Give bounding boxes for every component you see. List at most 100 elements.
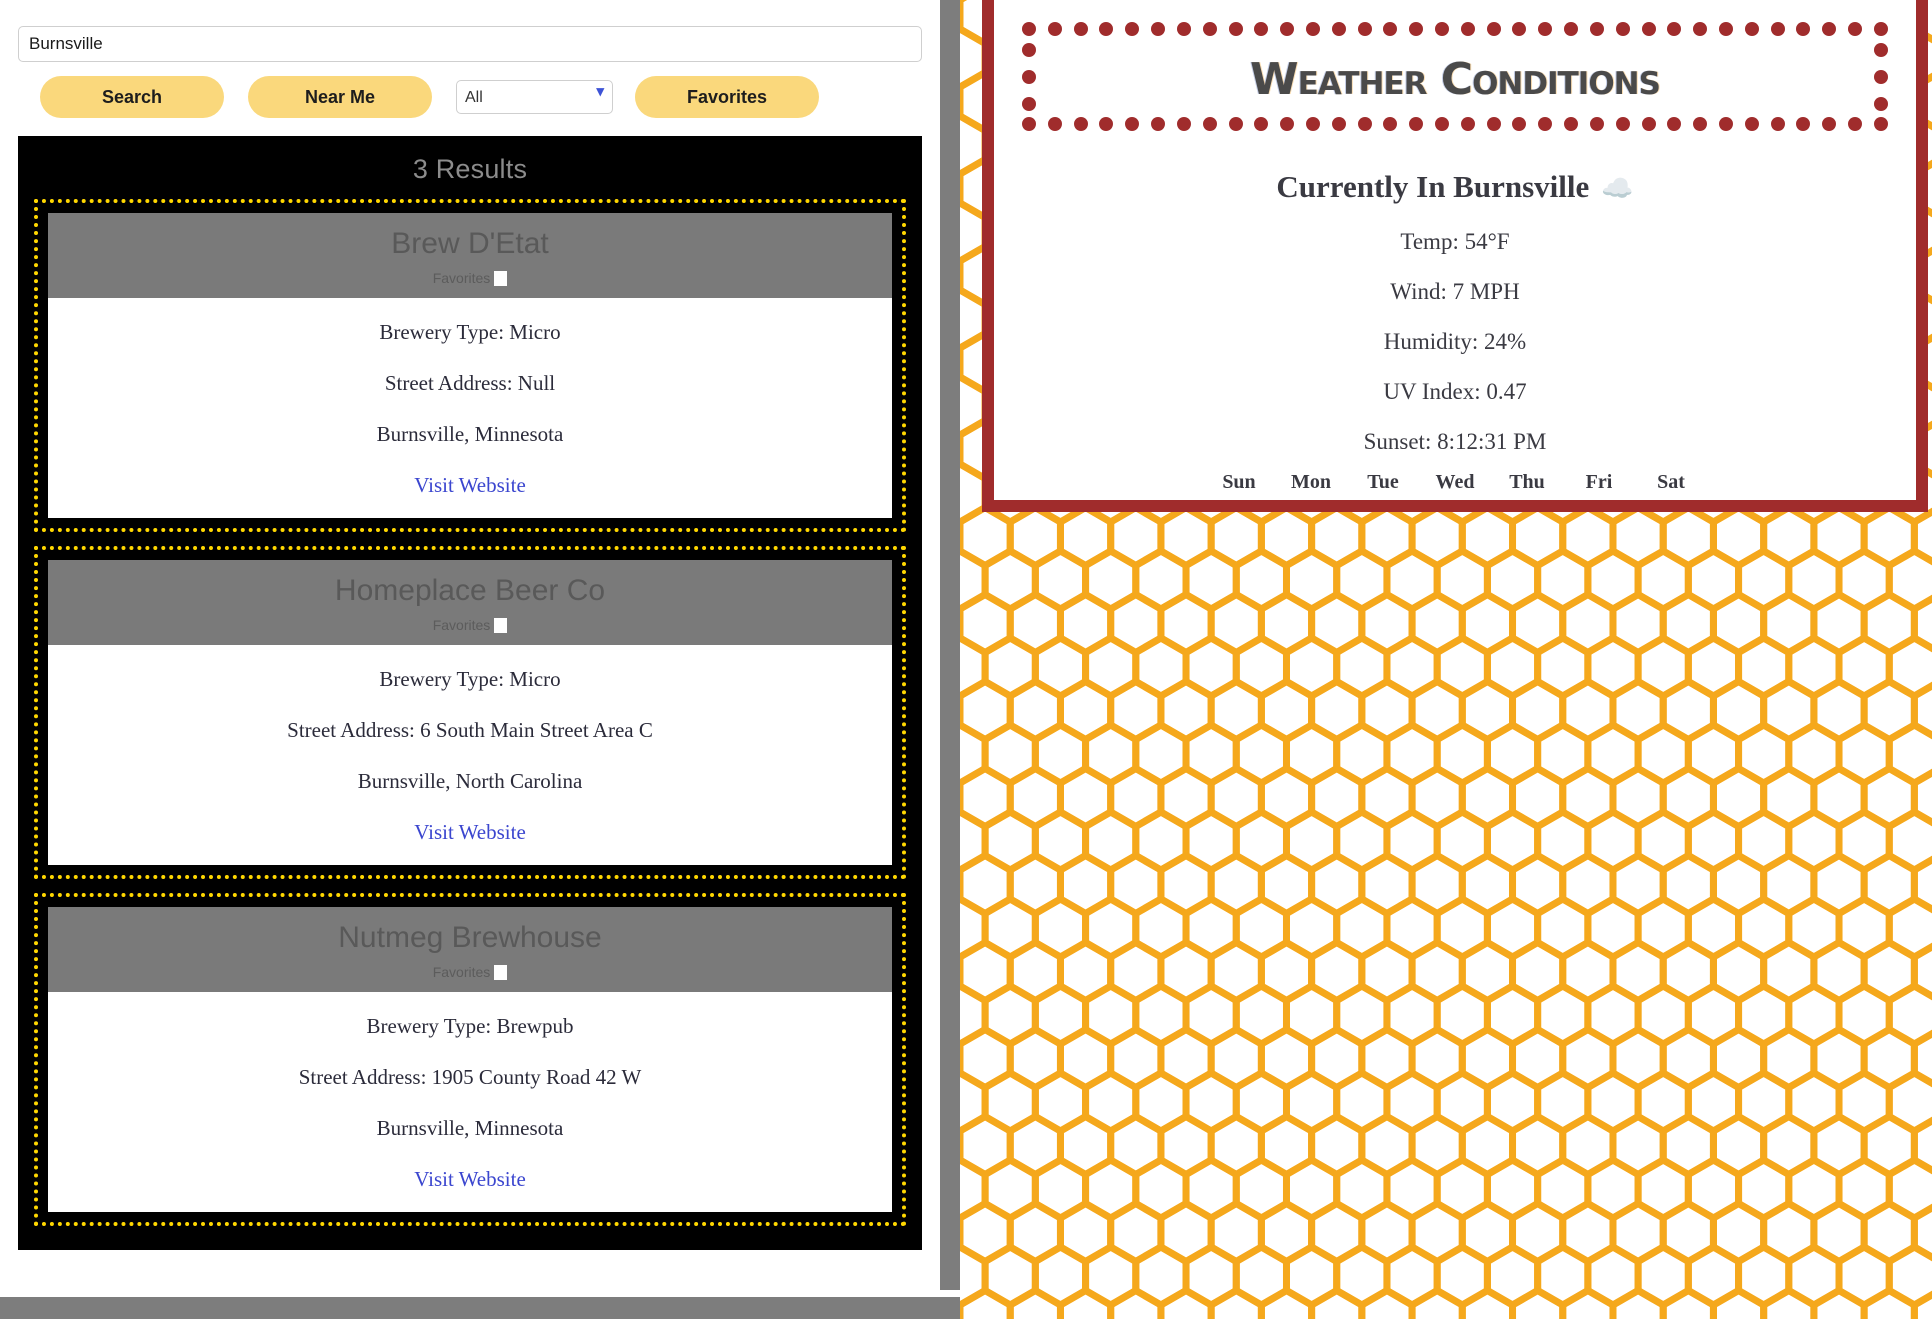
favorites-label: Favorites xyxy=(432,270,491,286)
decorative-dot xyxy=(1228,22,1243,36)
forecast-day-name: Sat xyxy=(1657,471,1685,493)
weather-panel: Weather Conditions Currently In Burnsvil… xyxy=(982,0,1928,512)
forecast-day-name: Mon xyxy=(1291,471,1331,493)
forecast-day-name: Tue xyxy=(1367,471,1399,493)
favorites-checkbox[interactable] xyxy=(494,617,508,633)
visit-website-link[interactable]: Visit Website xyxy=(414,473,526,497)
brewery-city-state: Burnsville, Minnesota xyxy=(376,422,564,446)
decorative-dot xyxy=(1409,22,1424,36)
brewery-card-header: Homeplace Beer Co Favorites xyxy=(48,560,892,645)
forecast-day: Sun 🌦️ 57° 38° xyxy=(1210,471,1268,500)
brewery-street-address: Street Address: 6 South Main Street Area… xyxy=(287,718,653,742)
decorative-dot xyxy=(1435,22,1449,36)
results-container: 3 Results Brew D'Etat Favorites Brewery … xyxy=(18,136,922,1250)
brewery-type-select-wrapper: All ▾ xyxy=(456,80,613,114)
brewery-type-select[interactable]: All xyxy=(456,80,613,114)
cloud-with-snow-icon: 🌨️ xyxy=(1642,494,1700,500)
decorative-dot xyxy=(1822,22,1837,36)
search-controls: Search Near Me All ▾ Favorites xyxy=(0,0,940,118)
brewery-search-content: Search Near Me All ▾ Favorites 3 Results xyxy=(0,0,940,1300)
forecast-day: Wed 🌦️ 53° 33° xyxy=(1426,471,1484,500)
current-location-label: Currently In Burnsville xyxy=(1276,169,1590,204)
cloud-with-snow-icon: 🌨️ xyxy=(1570,494,1628,500)
decorative-dot xyxy=(1770,22,1785,36)
visit-website-link[interactable]: Visit Website xyxy=(414,1167,526,1191)
forecast-day-name: Fri xyxy=(1585,471,1613,493)
brewery-name: Homeplace Beer Co xyxy=(334,574,606,607)
favorites-toggle-row[interactable]: Favorites xyxy=(48,964,892,980)
decorative-dot xyxy=(1615,22,1630,36)
favorites-button[interactable]: Favorites xyxy=(635,76,819,118)
brewery-name: Nutmeg Brewhouse xyxy=(338,921,602,954)
decorative-dot xyxy=(1022,96,1036,111)
decorative-dot xyxy=(1305,22,1320,36)
weekly-forecast-row: Sun 🌦️ 57° 38° Mon 🌦️ 55° 38° Tue 🌦️ 47°… xyxy=(994,471,1916,500)
left-panel-vertical-scrollbar[interactable] xyxy=(940,0,960,1290)
decorative-dot xyxy=(1073,117,1088,131)
decorative-dot xyxy=(1770,117,1785,131)
decorative-dot xyxy=(1254,22,1269,36)
favorites-toggle-row[interactable]: Favorites xyxy=(48,617,892,633)
dot-border-bottom xyxy=(1022,117,1888,131)
app-root: Search Near Me All ▾ Favorites 3 Results xyxy=(0,0,1932,1319)
decorative-dot xyxy=(1667,117,1682,131)
temperature-stat: Temp: 54°F xyxy=(1400,229,1510,254)
decorative-dot xyxy=(1357,117,1372,131)
weather-panel-horizontal-scrollbar[interactable] xyxy=(994,506,1916,512)
near-me-button[interactable]: Near Me xyxy=(248,76,432,118)
decorative-dot xyxy=(1564,117,1579,131)
forecast-day: Tue 🌦️ 47° 40° xyxy=(1354,471,1412,500)
sun-behind-rain-cloud-icon: 🌦️ xyxy=(1426,494,1484,500)
dot-border-left xyxy=(1022,36,1036,117)
left-panel-horizontal-scrollbar[interactable] xyxy=(0,1297,960,1319)
decorative-dot xyxy=(1202,22,1217,36)
decorative-dot xyxy=(1486,22,1501,36)
search-input[interactable] xyxy=(18,26,922,62)
decorative-dot xyxy=(1331,22,1346,36)
favorites-toggle-row[interactable]: Favorites xyxy=(48,270,892,286)
brewery-city-state: Burnsville, Minnesota xyxy=(376,1116,564,1140)
decorative-dot xyxy=(1486,117,1501,131)
forecast-day-name: Wed xyxy=(1435,471,1475,493)
decorative-dot xyxy=(1512,22,1527,36)
decorative-dot xyxy=(1848,117,1862,131)
current-conditions-heading: Currently In Burnsville ☁️ xyxy=(994,169,1916,205)
decorative-dot xyxy=(1874,42,1888,57)
forecast-day: Sat 🌨️ 39° 31° xyxy=(1642,471,1700,500)
decorative-dot xyxy=(1073,22,1088,36)
decorative-dot xyxy=(1873,22,1888,36)
weather-panel-title: Weather Conditions xyxy=(1022,48,1888,109)
results-count: 3 Results xyxy=(412,154,528,184)
sun-behind-rain-cloud-icon: 🌦️ xyxy=(1282,494,1340,500)
search-button[interactable]: Search xyxy=(40,76,224,118)
decorative-dot xyxy=(1254,117,1269,131)
visit-website-link[interactable]: Visit Website xyxy=(414,820,526,844)
decorative-dot xyxy=(1022,117,1036,131)
weather-title-dot-frame: Weather Conditions xyxy=(1022,22,1888,131)
decorative-dot xyxy=(1176,22,1191,36)
brewery-card[interactable]: Brew D'Etat Favorites Brewery Type: Micr… xyxy=(34,199,906,532)
brewery-card[interactable]: Homeplace Beer Co Favorites Brewery Type… xyxy=(34,546,906,879)
decorative-dot xyxy=(1589,117,1604,131)
decorative-dot xyxy=(1796,22,1811,36)
favorites-checkbox[interactable] xyxy=(494,270,508,286)
forecast-day: Fri 🌨️ 40° 28° xyxy=(1570,471,1628,500)
decorative-dot xyxy=(1460,117,1475,131)
weather-panel-background: Weather Conditions Currently In Burnsvil… xyxy=(960,0,1932,1319)
decorative-dot xyxy=(1641,117,1656,131)
decorative-dot xyxy=(1718,22,1733,36)
decorative-dot xyxy=(1099,117,1114,131)
decorative-dot xyxy=(1228,117,1243,131)
brewery-card[interactable]: Nutmeg Brewhouse Favorites Brewery Type:… xyxy=(34,893,906,1226)
decorative-dot xyxy=(1280,117,1295,131)
decorative-dot xyxy=(1409,117,1424,131)
decorative-dot xyxy=(1538,117,1553,131)
forecast-day-name: Thu xyxy=(1509,471,1545,493)
favorites-checkbox[interactable] xyxy=(494,964,508,980)
decorative-dot xyxy=(1383,22,1398,36)
brewery-street-address: Street Address: Null xyxy=(384,371,556,395)
decorative-dot xyxy=(1151,22,1166,36)
decorative-dot xyxy=(1874,69,1888,84)
decorative-dot xyxy=(1822,117,1837,131)
decorative-dot xyxy=(1099,22,1114,36)
